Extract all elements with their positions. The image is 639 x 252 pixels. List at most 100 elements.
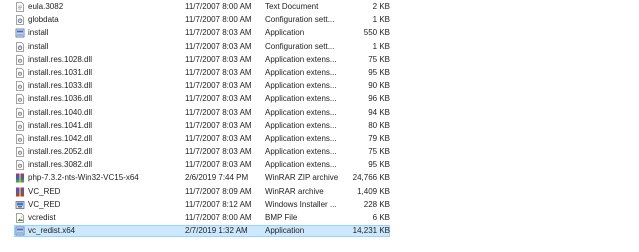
file-name: install [28,41,49,51]
file-date-modified: 11/7/2007 8:09 AM [185,186,252,196]
file-name: install.res.1031.dll [28,67,93,77]
config-file-icon [15,15,25,26]
file-size: 90 KB [368,81,390,91]
file-name: eula.3082 [28,2,64,11]
dll-file-icon [15,68,25,78]
file-row[interactable]: install.res.1041.dll 11/7/2007 8:03 AM App… [0,119,639,132]
file-date-modified: 11/7/2007 8:03 AM [185,147,252,157]
file-date-modified: 2/6/2019 7:44 PM [185,173,249,183]
file-type: Application extens... [265,133,337,143]
file-type: Application [265,226,305,236]
file-name: globdata [28,15,59,25]
file-size: 2 KB [372,2,390,11]
file-type: Application [265,28,305,38]
dll-file-icon [15,81,25,92]
file-name: install.res.1042.dll [28,133,93,143]
file-size: 94 KB [368,107,390,117]
file-name: VC_RED [28,186,61,196]
file-type: Application extens... [265,147,337,157]
file-date-modified: 11/7/2007 8:03 AM [185,28,252,38]
file-type: Application extens... [265,107,337,117]
text-file-icon [15,2,25,12]
file-size: 1,409 KB [357,186,390,196]
file-date-modified: 11/7/2007 8:03 AM [185,54,252,64]
file-row[interactable]: globdata 11/7/2007 8:00 AM Configuration s… [0,13,639,26]
file-row[interactable]: install 11/7/2007 8:03 AM Configuration se… [0,40,639,53]
file-type: Configuration sett... [265,41,335,51]
file-row[interactable]: vcredist 11/7/2007 8:00 AM BMP File 6 KB [0,211,639,224]
file-size: 95 KB [368,67,390,77]
file-size: 14,231 KB [352,226,390,236]
file-date-modified: 11/7/2007 8:03 AM [185,41,252,51]
file-date-modified: 11/7/2007 8:00 AM [185,2,252,11]
file-row[interactable]: install.res.3082.dll 11/7/2007 8:03 AM App… [0,158,639,171]
file-name: install.res.1040.dll [28,107,93,117]
file-size: 75 KB [368,54,390,64]
file-date-modified: 11/7/2007 8:03 AM [185,67,252,77]
file-type: WinRAR ZIP archive [265,173,339,183]
file-row[interactable]: install.res.1036.dll 11/7/2007 8:03 AM App… [0,92,639,105]
installer-app-icon [15,28,25,38]
file-row[interactable]: vc_redist.x64 2/7/2019 1:32 AM Application… [0,224,639,238]
file-type: WinRAR archive [265,186,324,196]
file-size: 79 KB [368,133,390,143]
file-date-modified: 2/7/2019 1:32 AM [185,226,248,236]
winrar-zip-icon [15,173,25,183]
file-name: install.res.1028.dll [28,54,93,64]
file-size: 24,766 KB [352,173,390,183]
file-list: eula.3082 11/7/2007 8:00 AM Text Document 2… [0,0,639,238]
file-size: 80 KB [368,120,390,130]
file-type: Application extens... [265,67,337,77]
file-row[interactable]: VC_RED 11/7/2007 8:12 AM Windows Installer… [0,198,639,211]
bmp-image-icon [15,213,25,223]
file-row[interactable]: php-7.3.2-nts-Win32-VC15-x64 2/6/2019 7:4… [0,171,639,184]
dll-file-icon [15,147,25,157]
file-name: vcredist [28,213,56,222]
file-name: install.res.2052.dll [28,147,93,157]
installer-app-icon [15,226,25,236]
msi-installer-icon [15,200,25,210]
file-date-modified: 11/7/2007 8:00 AM [185,213,252,222]
file-size: 1 KB [372,41,390,51]
file-date-modified: 11/7/2007 8:03 AM [185,81,252,91]
file-row[interactable]: install.res.1028.dll 11/7/2007 8:03 AM App… [0,53,639,66]
file-size: 96 KB [368,94,390,104]
file-type: Application extens... [265,160,337,170]
file-row[interactable]: install 11/7/2007 8:03 AM Application 550 K… [0,26,639,39]
file-name: install.res.1041.dll [28,120,93,130]
file-name: install [28,28,49,38]
file-type: Windows Installer ... [265,199,337,209]
dll-file-icon [15,160,25,171]
file-size: 1 KB [372,15,390,25]
file-type: BMP File [265,213,298,222]
dll-file-icon [15,94,25,105]
file-date-modified: 11/7/2007 8:12 AM [185,199,252,209]
dll-file-icon [15,54,25,65]
file-size: 6 KB [372,213,390,222]
file-name: install.res.3082.dll [28,160,93,170]
file-row[interactable]: VC_RED 11/7/2007 8:09 AM WinRAR archive 1,4… [0,185,639,198]
file-date-modified: 11/7/2007 8:03 AM [185,107,252,117]
file-row[interactable]: install.res.1042.dll 11/7/2007 8:03 AM App… [0,132,639,145]
file-name: vc_redist.x64 [28,226,76,236]
file-type: Application extens... [265,94,337,104]
file-type: Application extens... [265,81,337,91]
file-row[interactable]: eula.3082 11/7/2007 8:00 AM Text Document 2… [0,0,639,13]
file-type: Configuration sett... [265,15,335,25]
file-name: install.res.1036.dll [28,94,93,104]
dll-file-icon [15,120,25,131]
file-date-modified: 11/7/2007 8:03 AM [185,160,252,170]
file-date-modified: 11/7/2007 8:03 AM [185,94,252,104]
file-type: Application extens... [265,54,337,64]
file-row[interactable]: install.res.1033.dll 11/7/2007 8:03 AM App… [0,79,639,92]
file-name: php-7.3.2-nts-Win32-VC15-x64 [28,173,139,183]
dll-file-icon [15,133,25,144]
dll-file-icon [15,107,25,118]
winrar-archive-icon [15,187,25,197]
file-row[interactable]: install.res.1040.dll 11/7/2007 8:03 AM App… [0,106,639,119]
file-row[interactable]: install.res.1031.dll 11/7/2007 8:03 AM App… [0,66,639,79]
file-row[interactable]: install.res.2052.dll 11/7/2007 8:03 AM App… [0,145,639,158]
file-size: 75 KB [368,147,390,157]
config-file-icon [15,41,25,52]
file-date-modified: 11/7/2007 8:03 AM [185,120,252,130]
